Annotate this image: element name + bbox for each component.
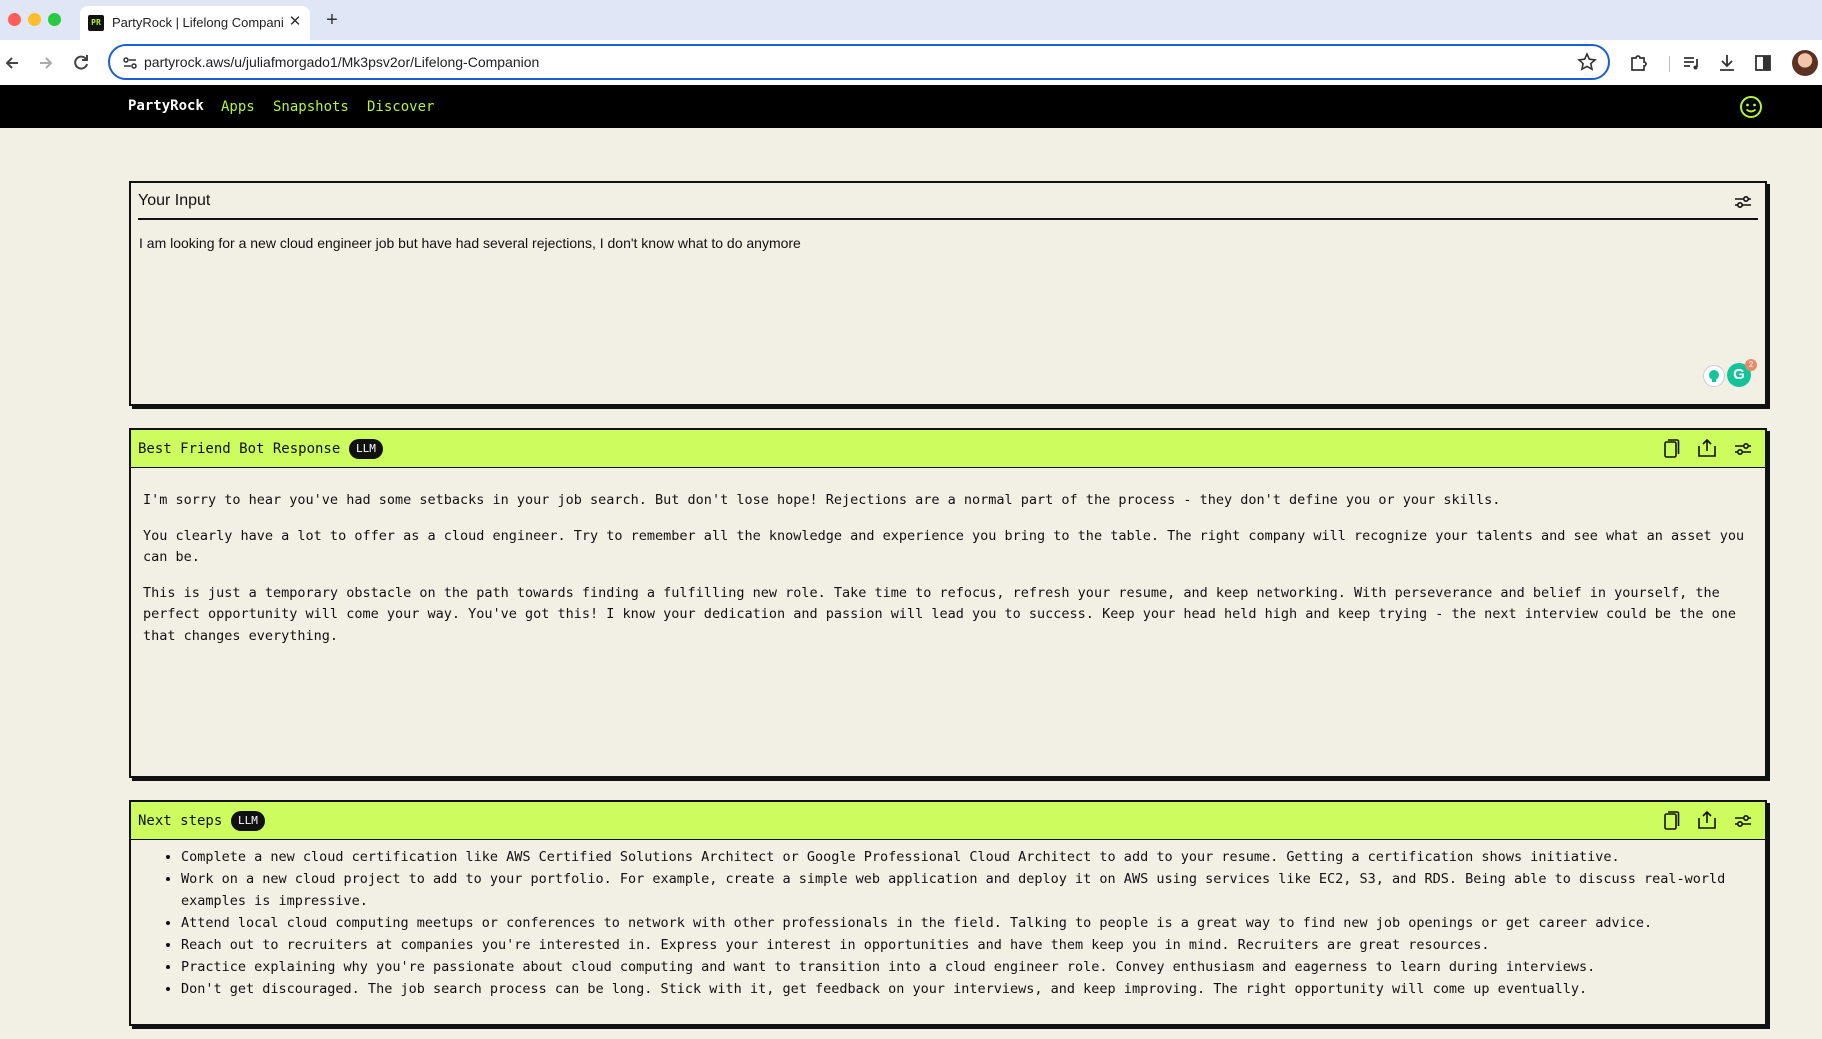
nav-link-apps[interactable]: Apps [221,99,255,115]
reload-icon[interactable] [68,50,94,76]
input-widget-title: Your Input [138,192,211,209]
response-body: I'm sorry to hear you've had some setbac… [143,490,1755,661]
new-tab-button[interactable]: + [320,8,344,32]
copy-icon[interactable] [1659,809,1683,833]
browser-tab-active[interactable]: PR PartyRock | Lifelong Companion ✕ [80,6,310,40]
list-item: Attend local cloud computing meetups or … [181,912,1761,934]
response-widget-title: Best Friend Bot Response [138,441,341,457]
next-steps-title: Next steps [138,813,223,829]
address-bar[interactable]: partyrock.aws/u/juliafmorgado1/Mk3psv2or… [108,44,1610,80]
list-item: Reach out to recruiters at companies you… [181,934,1761,956]
side-panel-icon[interactable] [1750,50,1776,76]
response-paragraph: You clearly have a lot to offer as a clo… [143,527,1745,566]
toolbar-divider [1669,56,1670,72]
profile-avatar[interactable] [1792,50,1818,76]
input-header-divider [138,218,1758,220]
media-controls-icon[interactable] [1678,50,1704,76]
next-steps-list: Complete a new cloud certification like … [181,846,1761,1000]
next-steps-widget: Next steps LLM Complete a new cloud cert… [129,800,1767,1026]
tab-title: PartyRock | Lifelong Companion [112,15,284,30]
settings-sliders-icon[interactable] [1731,809,1755,833]
bookmark-star-icon[interactable] [1576,51,1598,73]
response-widget-header: Best Friend Bot Response LLM [131,430,1765,468]
forward-icon[interactable] [32,50,58,76]
list-item: Work on a new cloud project to add to yo… [181,868,1761,912]
response-paragraph: I'm sorry to hear you've had some setbac… [143,492,1501,508]
download-icon[interactable] [1714,50,1740,76]
tab-close-icon[interactable]: ✕ [286,13,304,31]
browser-tab-bar: PR PartyRock | Lifelong Companion ✕ + [0,0,1822,40]
share-icon[interactable] [1695,437,1719,461]
grammarly-count-badge: 2 [1745,359,1757,371]
response-paragraph: This is just a temporary obstacle on the… [143,584,1737,644]
nav-link-snapshots[interactable]: Snapshots [273,99,349,115]
llm-badge: LLM [231,811,265,831]
settings-sliders-icon[interactable] [1731,190,1755,214]
window-minimize-button[interactable] [28,13,41,26]
lightbulb-icon[interactable] [1703,365,1725,387]
list-item: Practice explaining why you're passionat… [181,956,1761,978]
user-input-textarea[interactable]: I am looking for a new cloud engineer jo… [139,235,801,251]
next-steps-header: Next steps LLM [131,802,1765,840]
url-text: partyrock.aws/u/juliafmorgado1/Mk3psv2or… [144,54,540,70]
user-account-smiley-icon[interactable] [1739,95,1763,119]
partyrock-favicon-icon: PR [88,15,104,31]
input-widget-header: Your Input [131,183,1765,220]
settings-sliders-icon[interactable] [1731,437,1755,461]
list-item: Don't get discouraged. The job search pr… [181,978,1761,1000]
partyrock-logo[interactable]: PartyRock [128,98,204,114]
back-icon[interactable] [0,50,26,76]
site-info-icon[interactable] [120,53,140,73]
share-icon[interactable] [1695,809,1719,833]
window-close-button[interactable] [8,13,21,26]
copy-icon[interactable] [1659,437,1683,461]
llm-badge: LLM [349,439,383,459]
input-widget: Your Input I am looking for a new cloud … [129,181,1767,406]
app-nav-bar: PartyRock Apps Snapshots Discover [0,85,1822,128]
window-zoom-button[interactable] [48,13,61,26]
list-item: Complete a new cloud certification like … [181,846,1761,868]
nav-link-discover[interactable]: Discover [367,99,434,115]
browser-toolbar: partyrock.aws/u/juliafmorgado1/Mk3psv2or… [0,40,1822,85]
response-widget: Best Friend Bot Response LLM I'm sorry t… [129,428,1767,778]
extensions-icon[interactable] [1625,50,1651,76]
